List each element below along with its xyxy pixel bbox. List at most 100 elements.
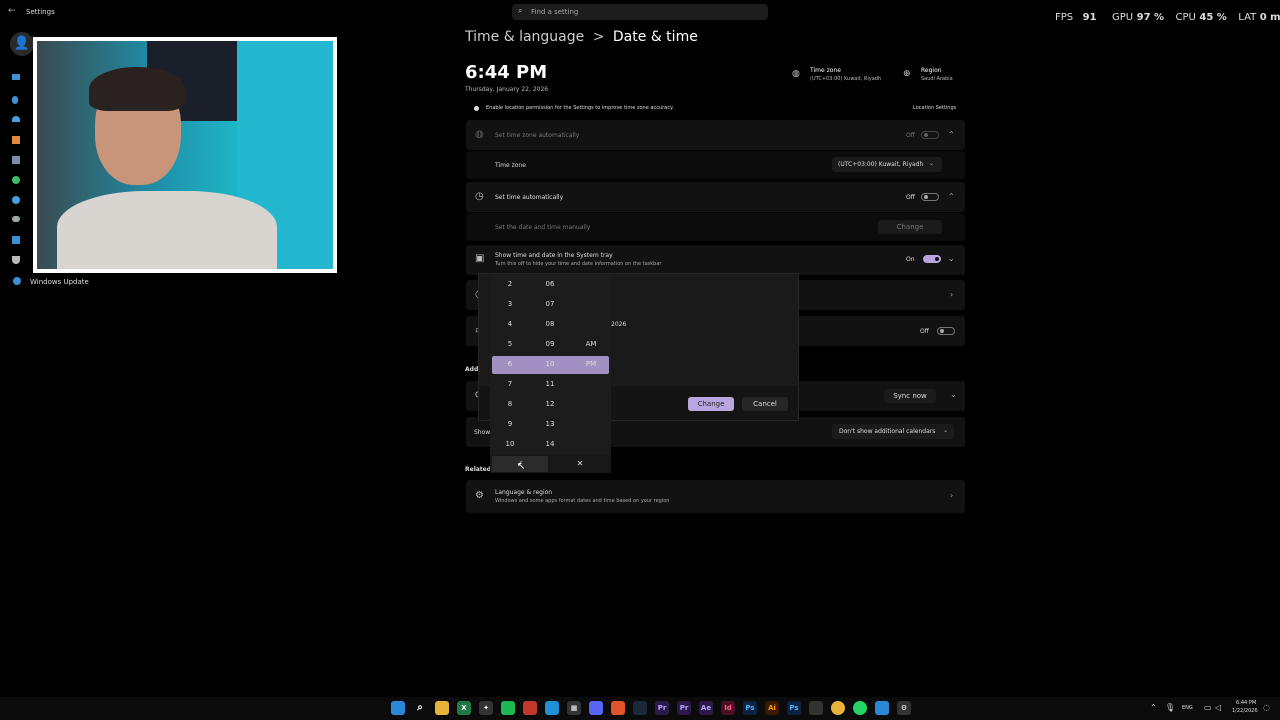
- picker-hours-item[interactable]: 5: [492, 340, 528, 348]
- ampm-column[interactable]: AM PM: [573, 275, 609, 453]
- manual-time-row: Set the date and time manually Change: [466, 213, 965, 241]
- dialog-change-button[interactable]: Change: [688, 397, 734, 411]
- time-language-icon[interactable]: [12, 196, 20, 204]
- change-time-button[interactable]: Change: [878, 220, 942, 234]
- hour-column[interactable]: 2 3 4 5 6 7 8 9 10: [492, 275, 528, 453]
- steam-icon[interactable]: [633, 701, 647, 715]
- personalization-icon[interactable]: [12, 136, 20, 144]
- premiere-icon[interactable]: Pr: [655, 701, 669, 715]
- timezone-select[interactable]: (UTC+03:00) Kuwait, Riyadh ⌄: [832, 157, 942, 172]
- illustrator-icon[interactable]: Ai: [765, 701, 779, 715]
- dialog-cancel-button[interactable]: Cancel: [742, 397, 788, 411]
- picker-hours-item[interactable]: 3: [492, 300, 528, 308]
- picker-minutes-item[interactable]: 12: [532, 400, 568, 408]
- picker-minutes-item[interactable]: 14: [532, 440, 568, 448]
- settings-icon[interactable]: ⚙: [897, 701, 911, 715]
- search-icon[interactable]: ⌕: [413, 701, 427, 715]
- excel-icon[interactable]: X: [457, 701, 471, 715]
- photoshop-icon[interactable]: Ps: [743, 701, 757, 715]
- chevron-up-icon[interactable]: ⌃: [1150, 703, 1157, 712]
- hidden-row-toggle[interactable]: [937, 327, 955, 335]
- taskbar-lang[interactable]: ENG: [1182, 705, 1193, 711]
- dismiss-button[interactable]: ✕: [552, 456, 608, 472]
- search-input[interactable]: Find a setting: [531, 8, 578, 16]
- bluetooth-icon[interactable]: [12, 96, 18, 104]
- search-box[interactable]: ⌕ Find a setting: [512, 4, 768, 20]
- chevron-down-icon[interactable]: ⌄: [948, 254, 955, 263]
- chrome-icon[interactable]: [831, 701, 845, 715]
- picker-hours-item[interactable]: 9: [492, 420, 528, 428]
- header-timezone-value: (UTC+03:00) Kuwait, Riyadh: [810, 76, 882, 82]
- picker-hours-item[interactable]: 8: [492, 400, 528, 408]
- header-timezone-label: Time zone: [810, 67, 841, 74]
- edge-icon[interactable]: [545, 701, 559, 715]
- picker-minutes-item[interactable]: 06: [532, 280, 568, 288]
- accounts-icon[interactable]: [12, 176, 20, 184]
- picker-hours-item[interactable]: 7: [492, 380, 528, 388]
- microphone-icon[interactable]: 🎙: [1165, 703, 1175, 712]
- picker-hours-item[interactable]: 10: [492, 440, 528, 448]
- chevron-right-icon[interactable]: ›: [950, 491, 953, 500]
- system-icon[interactable]: [12, 74, 20, 80]
- lat-label: LAT: [1238, 12, 1257, 23]
- photoshop-icon[interactable]: Ps: [787, 701, 801, 715]
- taskbar-date[interactable]: 1/22/2026: [1232, 708, 1258, 714]
- minute-column[interactable]: 06 07 08 09 10 11 12 13 14: [532, 275, 568, 453]
- file-explorer-icon[interactable]: [435, 701, 449, 715]
- discord-icon[interactable]: [589, 701, 603, 715]
- picker-hours-item[interactable]: 4: [492, 320, 528, 328]
- app-icon[interactable]: [875, 701, 889, 715]
- avatar[interactable]: 👤: [10, 32, 34, 56]
- picker-hours-item[interactable]: 6: [492, 360, 528, 368]
- sync-now-button[interactable]: Sync now: [884, 389, 936, 403]
- calendars-select-value: Don't show additional calendars: [839, 428, 936, 435]
- picker-minutes-item[interactable]: 10: [532, 360, 568, 368]
- picker-minutes-item[interactable]: 09: [532, 340, 568, 348]
- indesign-icon[interactable]: Id: [721, 701, 735, 715]
- spotify-icon[interactable]: [501, 701, 515, 715]
- picker-minutes-item[interactable]: 08: [532, 320, 568, 328]
- start-icon[interactable]: [391, 701, 405, 715]
- picker-hours-item[interactable]: 2: [492, 280, 528, 288]
- picker-minutes-item[interactable]: 07: [532, 300, 568, 308]
- picker-ampm-item[interactable]: PM: [573, 360, 609, 368]
- whatsapp-icon[interactable]: [853, 701, 867, 715]
- chevron-right-icon[interactable]: ›: [950, 290, 953, 299]
- windows-update-icon[interactable]: [13, 277, 21, 285]
- notification-icon[interactable]: ◌: [1263, 703, 1270, 712]
- privacy-icon[interactable]: [12, 256, 20, 264]
- calendars-select[interactable]: Don't show additional calendars ⌄: [832, 424, 954, 439]
- app-icon[interactable]: ✦: [479, 701, 493, 715]
- chevron-down-icon[interactable]: ⌄: [950, 390, 957, 399]
- systray-toggle[interactable]: [923, 255, 941, 263]
- after-effects-icon[interactable]: Ae: [699, 701, 713, 715]
- timezone-icon: ◍: [792, 69, 800, 79]
- picker-minutes-item[interactable]: 13: [532, 420, 568, 428]
- year-fragment[interactable]: 2026: [611, 321, 626, 328]
- picker-minutes-item[interactable]: 11: [532, 380, 568, 388]
- app-icon[interactable]: [523, 701, 537, 715]
- timezone-select-value: (UTC+03:00) Kuwait, Riyadh: [838, 161, 924, 168]
- header-region-label: Region: [921, 67, 942, 74]
- brave-icon[interactable]: [611, 701, 625, 715]
- premiere-icon[interactable]: Pr: [677, 701, 691, 715]
- calculator-icon[interactable]: ▦: [567, 701, 581, 715]
- chevron-up-icon[interactable]: ⌃: [948, 130, 955, 139]
- taskbar-icon: ▣: [475, 253, 485, 264]
- chevron-up-icon[interactable]: ⌃: [948, 192, 955, 201]
- volume-icon[interactable]: ◁: [1215, 703, 1221, 712]
- breadcrumb-parent[interactable]: Time & language: [465, 29, 584, 45]
- network-icon[interactable]: [12, 116, 20, 122]
- gaming-icon[interactable]: [12, 216, 20, 222]
- network-icon[interactable]: ▭: [1204, 703, 1212, 712]
- back-arrow-icon[interactable]: ←: [8, 6, 16, 16]
- time-auto-toggle[interactable]: [921, 193, 939, 201]
- taskbar-time[interactable]: 6:44 PM: [1236, 700, 1256, 706]
- apps-icon[interactable]: [12, 156, 20, 164]
- language-region-row[interactable]: ⚙ Language & region Windows and some app…: [466, 480, 965, 513]
- picker-ampm-item[interactable]: AM: [573, 340, 609, 348]
- location-settings-link[interactable]: Location Settings: [913, 105, 956, 111]
- app-icon[interactable]: [809, 701, 823, 715]
- sidebar-item-windows-update[interactable]: Windows Update: [30, 278, 89, 286]
- accessibility-icon[interactable]: [12, 236, 20, 244]
